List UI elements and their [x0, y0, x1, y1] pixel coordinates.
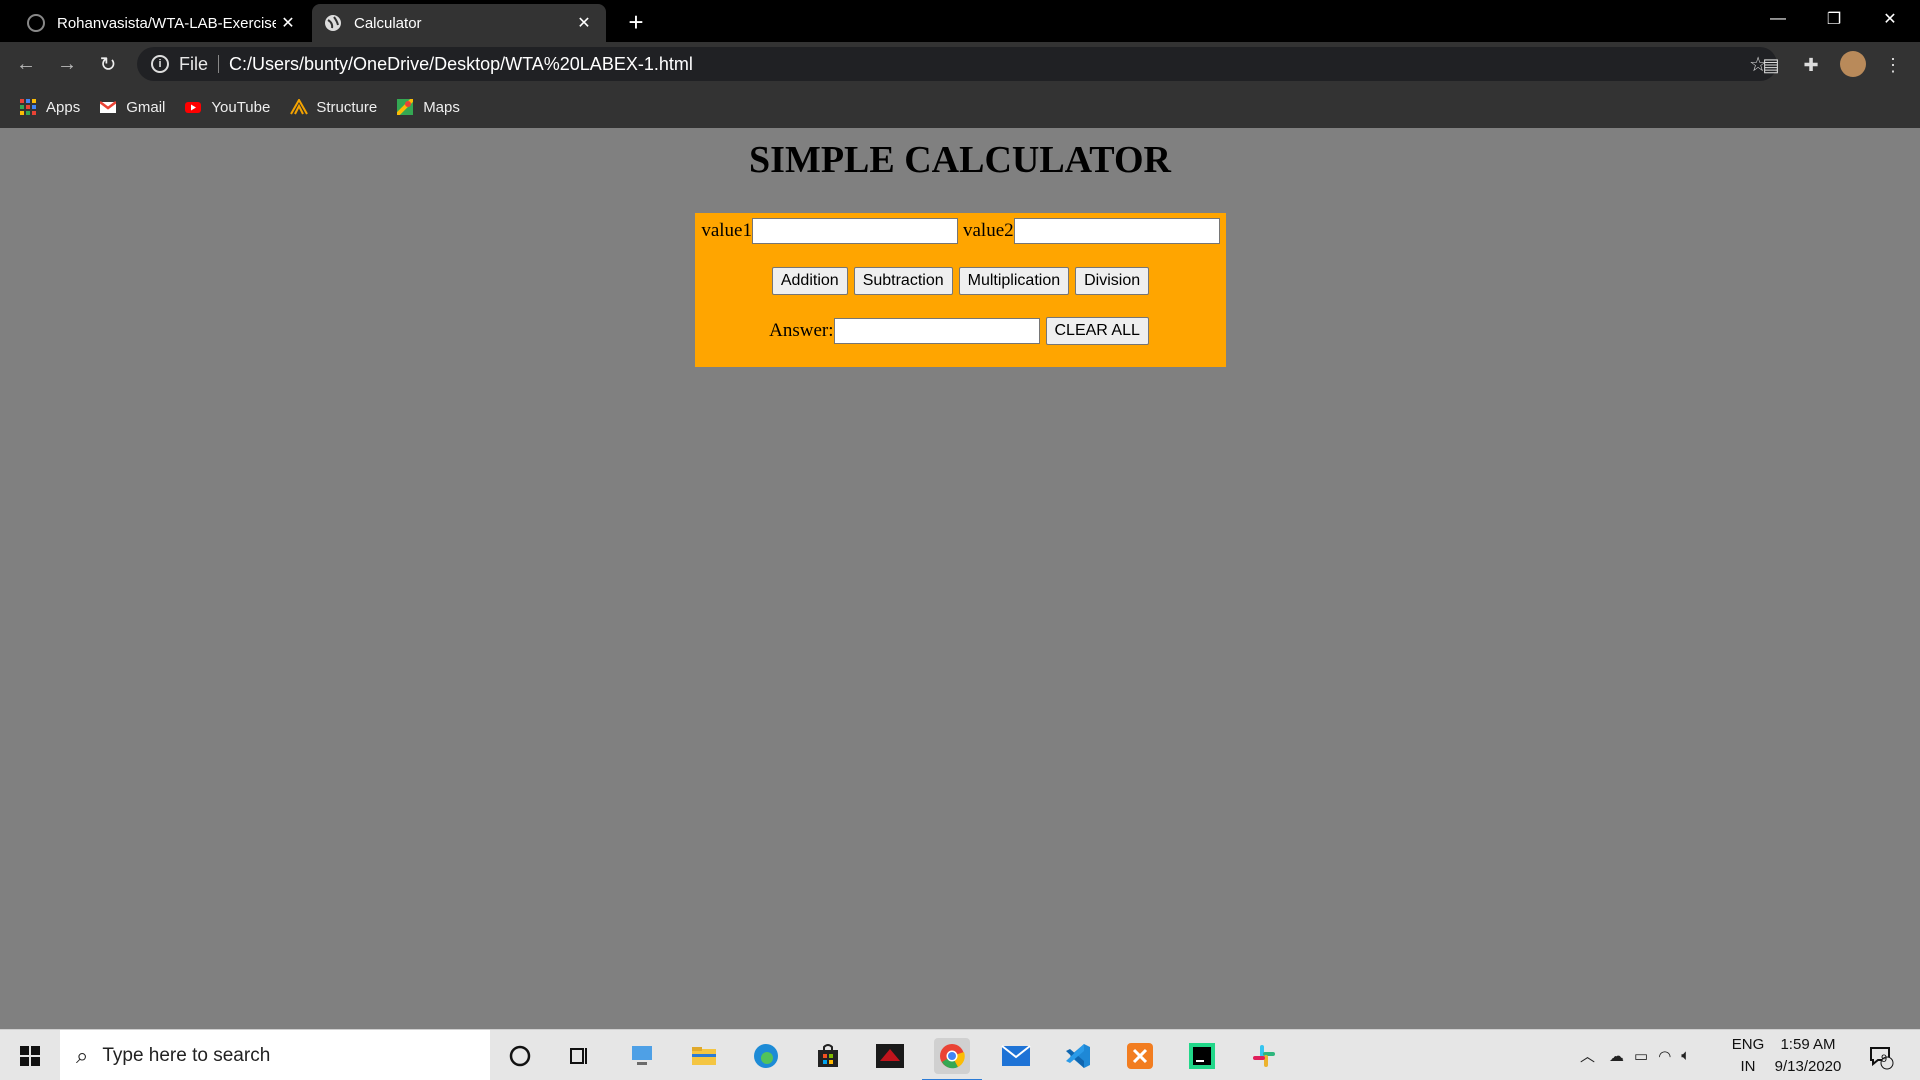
value2-input[interactable] [1013, 218, 1220, 244]
close-icon[interactable]: ✕ [276, 11, 300, 35]
close-window-icon[interactable]: ✕ [1862, 0, 1918, 38]
new-tab-button[interactable]: + [622, 7, 650, 37]
value1-input[interactable] [752, 218, 958, 244]
bookmark-label: Apps [46, 98, 81, 116]
close-icon[interactable]: ✕ [572, 11, 596, 35]
youtube-icon [185, 99, 202, 115]
edge-icon[interactable] [748, 1038, 784, 1074]
xampp-icon[interactable] [1122, 1038, 1158, 1074]
bookmark-label: Structure [316, 98, 378, 116]
browser-toolbar: ← → ↻ i File C:/Users/bunty/OneDrive/Des… [0, 42, 1920, 86]
clock-time: 1:59 AM [1780, 1036, 1836, 1053]
task-view-icon[interactable] [562, 1038, 598, 1074]
volume-icon[interactable]: 🔈︎ [1681, 1047, 1690, 1064]
apps-grid-icon [20, 99, 36, 115]
vscode-icon[interactable] [1060, 1038, 1096, 1074]
answer-row: Answer: CLEAR ALL [695, 317, 1226, 345]
bookmark-structure[interactable]: Structure [290, 97, 378, 116]
bookmark-youtube[interactable]: YouTube [185, 99, 270, 116]
windows-taskbar: ⌕ Type here to search ︿ ☁ ▭ ◠ 🔈︎ ENG IN … [0, 1029, 1920, 1080]
subtraction-button[interactable]: Subtraction [853, 267, 953, 295]
answer-label: Answer: [769, 320, 834, 341]
address-bar[interactable]: i File C:/Users/bunty/OneDrive/Desktop/W… [137, 47, 1777, 81]
chrome-icon[interactable] [922, 1038, 982, 1080]
forward-icon[interactable]: → [53, 50, 81, 78]
reading-list-icon[interactable]: ▤ [1758, 52, 1784, 78]
store-icon[interactable] [810, 1038, 846, 1074]
clear-all-button[interactable]: CLEAR ALL [1045, 317, 1149, 345]
github-icon [27, 14, 45, 32]
structure-icon [290, 97, 309, 115]
slack-icon[interactable] [1246, 1038, 1282, 1074]
tab-title: Rohanvasista/WTA-LAB-Exercises [57, 14, 276, 32]
system-tray: ︿ ☁ ▭ ◠ 🔈︎ [1580, 1030, 1690, 1080]
clock-date: 9/13/2020 [1774, 1058, 1842, 1075]
taskbar-search[interactable]: ⌕ Type here to search [60, 1030, 490, 1080]
info-icon[interactable]: i [151, 55, 169, 73]
answer-field[interactable] [833, 318, 1040, 344]
notification-count: 9 [1881, 1053, 1888, 1065]
cortana-icon[interactable] [502, 1038, 538, 1074]
chevron-up-icon[interactable]: ︿ [1580, 1045, 1595, 1066]
operation-row: Addition Subtraction Multiplication Divi… [695, 267, 1226, 295]
tab-github[interactable]: Rohanvasista/WTA-LAB-Exercises ✕ [15, 4, 310, 42]
page-title: SIMPLE CALCULATOR [749, 139, 1171, 181]
value1-label: value1 [701, 220, 752, 241]
bookmark-label: Maps [423, 98, 460, 116]
windows-start-icon[interactable] [0, 1030, 60, 1080]
calculator-form: value1 value2 Addition Subtraction Multi… [695, 213, 1226, 367]
value-row: value1 value2 [695, 218, 1226, 244]
wifi-icon[interactable]: ◠ [1658, 1047, 1671, 1065]
computer-icon[interactable] [624, 1038, 660, 1074]
bookmark-apps[interactable]: Apps [20, 99, 80, 116]
language-indicator[interactable]: ENG IN [1728, 1034, 1768, 1078]
back-icon[interactable]: ← [12, 50, 40, 78]
file-explorer-icon[interactable] [686, 1038, 722, 1074]
menu-icon[interactable]: ⋮ [1880, 52, 1906, 78]
search-placeholder: Type here to search [102, 1044, 271, 1066]
page-content: SIMPLE CALCULATOR value1 value2 Addition… [0, 128, 1920, 1029]
url-text[interactable]: C:/Users/bunty/OneDrive/Desktop/WTA%20LA… [229, 54, 1749, 75]
region-code: IN [1740, 1058, 1756, 1075]
game-app-icon[interactable] [872, 1038, 908, 1074]
tab-calculator[interactable]: Calculator ✕ [312, 4, 606, 42]
extensions-icon[interactable]: ✚ [1798, 52, 1824, 78]
bookmark-label: Gmail [126, 98, 166, 116]
divider [218, 55, 220, 73]
pycharm-icon[interactable] [1184, 1038, 1220, 1074]
mail-icon[interactable] [998, 1038, 1034, 1074]
gmail-icon [99, 99, 117, 115]
avatar[interactable] [1840, 51, 1866, 77]
minimize-icon[interactable]: — [1750, 0, 1806, 38]
globe-icon [324, 14, 342, 32]
search-icon: ⌕ [76, 1042, 89, 1068]
scheme-label: File [179, 53, 209, 74]
restore-icon[interactable]: ❐ [1806, 0, 1862, 38]
language-code: ENG [1731, 1036, 1765, 1053]
tab-bar: Rohanvasista/WTA-LAB-Exercises ✕ Calcula… [0, 0, 1920, 42]
onedrive-cloud-icon[interactable]: ☁ [1609, 1047, 1624, 1065]
bookmark-label: YouTube [211, 98, 271, 116]
bookmark-maps[interactable]: Maps [395, 97, 460, 117]
multiplication-button[interactable]: Multiplication [958, 267, 1070, 295]
clock[interactable]: 1:59 AM 9/13/2020 [1770, 1034, 1846, 1078]
bookmarks-bar: Apps Gmail YouTube Structure Maps [0, 86, 1920, 128]
reload-icon[interactable]: ↻ [94, 50, 122, 78]
notification-center-icon[interactable]: 9 [1866, 1042, 1896, 1072]
battery-icon[interactable]: ▭ [1634, 1047, 1648, 1065]
addition-button[interactable]: Addition [771, 267, 848, 295]
value2-label: value2 [963, 220, 1014, 241]
bookmark-gmail[interactable]: Gmail [99, 98, 166, 116]
maps-icon [395, 97, 415, 117]
division-button[interactable]: Division [1075, 267, 1150, 295]
tab-title: Calculator [354, 14, 422, 32]
